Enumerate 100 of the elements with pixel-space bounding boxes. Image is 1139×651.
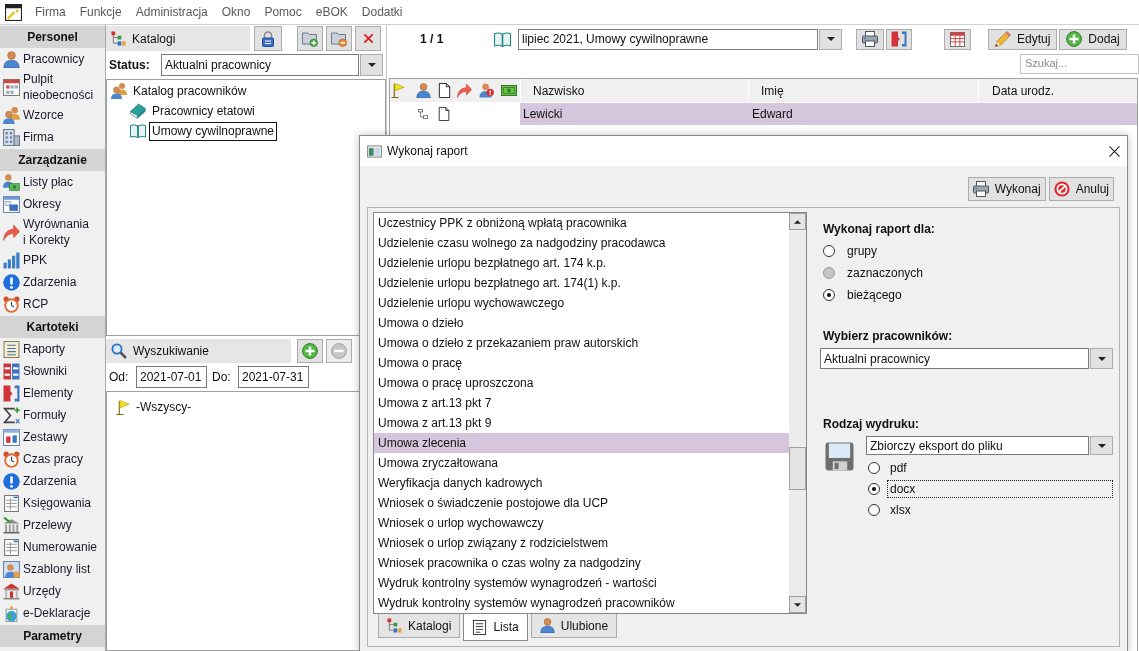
window-blocks-icon: [3, 428, 20, 446]
sidebar-item[interactable]: Formuły: [0, 404, 105, 426]
report-list-item[interactable]: Umowa zlecenia: [374, 433, 789, 453]
search-icon: [111, 343, 127, 359]
dialog-button[interactable]: Wykonaj: [967, 177, 1046, 201]
add-button[interactable]: [297, 339, 323, 363]
search-field[interactable]: Szukaj...: [1020, 53, 1139, 74]
sidebar-item[interactable]: Listy płac: [0, 171, 105, 193]
sidebar-item[interactable]: RCP: [0, 293, 105, 315]
panel-title: Wyszukiwanie: [133, 343, 209, 360]
dropdown-button[interactable]: [1090, 348, 1113, 369]
dropdown-button[interactable]: [360, 54, 383, 76]
radio-label[interactable]: docx: [887, 479, 1113, 498]
column-header[interactable]: Nazwisko: [520, 79, 748, 102]
sidebar-item[interactable]: Okresy: [0, 193, 105, 215]
dialog-button[interactable]: Anuluj: [1048, 177, 1114, 201]
employees-select[interactable]: Aktualni pracownicy: [820, 348, 1089, 369]
dialog-title: Wykonaj raport: [387, 143, 469, 160]
radio-label[interactable]: pdf: [887, 458, 1113, 477]
close-icon: [362, 33, 374, 44]
dropdown-button[interactable]: [1090, 436, 1113, 455]
tree-item[interactable]: Umowy cywilnoprawne: [149, 121, 278, 141]
app-icon[interactable]: [5, 3, 22, 21]
date-from-field[interactable]: 2021-07-01: [136, 366, 207, 388]
menu-item[interactable]: Okno: [214, 3, 258, 21]
sidebar-item[interactable]: Numerowanie: [0, 536, 105, 558]
sidebar-item[interactable]: Szablony list: [0, 558, 105, 580]
radio-button[interactable]: [868, 461, 880, 474]
sidebar-item[interactable]: Słowniki: [0, 360, 105, 382]
delete-button[interactable]: [355, 26, 381, 51]
radio-button[interactable]: [823, 245, 835, 257]
sidebar-item[interactable]: PPK: [0, 249, 105, 271]
menu-item[interactable]: Administracja: [128, 3, 215, 21]
sidebar-section-header[interactable]: Parametry: [0, 625, 105, 647]
tab[interactable]: Lista: [463, 614, 528, 641]
scroll-up-button[interactable]: [789, 213, 806, 230]
date-to-field[interactable]: 2021-07-31: [238, 366, 309, 388]
menu-item[interactable]: Firma: [28, 3, 73, 21]
sidebar-item[interactable]: Przelewy: [0, 514, 105, 536]
radio-label[interactable]: grupy: [847, 242, 878, 260]
people-icon: [111, 83, 127, 99]
sidebar-section-header[interactable]: Personel: [0, 26, 105, 48]
sidebar-item[interactable]: Wyrównania i Korekty: [0, 215, 105, 249]
sidebar-item[interactable]: Księgowania: [0, 492, 105, 514]
menu-item[interactable]: Dodatki: [354, 3, 410, 21]
remove-folder-button[interactable]: [326, 26, 352, 51]
sidebar-item[interactable]: Pracownicy: [0, 48, 105, 70]
sidebar-item[interactable]: Czas pracy: [0, 448, 105, 470]
add-folder-button[interactable]: [297, 26, 323, 51]
dropdown-button[interactable]: [819, 28, 842, 50]
menu-item[interactable]: eBOK: [308, 3, 355, 21]
columns-button[interactable]: [944, 28, 971, 50]
scrollbar-track[interactable]: [789, 213, 806, 613]
radio-button[interactable]: [868, 482, 880, 495]
sidebar-item[interactable]: Urzędy: [0, 580, 105, 602]
list-icon: [472, 619, 488, 635]
toolbar-button[interactable]: Dodaj: [1059, 28, 1127, 50]
radio-button[interactable]: [868, 503, 880, 516]
sidebar-item[interactable]: Wzorce: [0, 104, 105, 126]
close-icon[interactable]: [1109, 145, 1120, 157]
status-select[interactable]: Aktualni pracownicy: [161, 54, 359, 76]
from-label: Od:: [108, 369, 130, 386]
scrollbar-thumb[interactable]: [789, 447, 806, 490]
sidebar-item[interactable]: e-Deklaracje: [0, 602, 105, 624]
alarm-clock-icon: [3, 450, 20, 468]
document-icon: [437, 107, 451, 121]
column-header[interactable]: Imię: [748, 79, 978, 102]
export-button[interactable]: [886, 28, 912, 50]
scroll-down-button[interactable]: [789, 596, 806, 613]
tree-item[interactable]: Katalog pracowników: [130, 81, 250, 101]
column-header[interactable]: Data urodz.: [978, 79, 1137, 102]
tree-item[interactable]: -Wszyscy-: [136, 398, 192, 416]
print-icon: [862, 31, 878, 47]
sidebar-item[interactable]: Pulpit nieobecności: [0, 70, 105, 104]
tree-icon: [111, 31, 126, 46]
tab[interactable]: Katalogi: [378, 614, 461, 638]
tab[interactable]: Ulubione: [530, 614, 618, 638]
menu-item[interactable]: Funkcje: [72, 3, 129, 21]
sidebar-item[interactable]: Raporty: [0, 338, 105, 360]
lock-button[interactable]: [254, 26, 282, 51]
person-icon: [416, 83, 431, 98]
radio-label[interactable]: bieżącego: [847, 286, 902, 304]
print-button[interactable]: [856, 28, 884, 50]
sidebar-item[interactable]: Zdarzenia: [0, 470, 105, 492]
toolbar-button[interactable]: Edytuj: [988, 28, 1058, 50]
sidebar-section-header[interactable]: Zarządzanie: [0, 149, 105, 171]
radio-label[interactable]: xlsx: [887, 500, 1113, 519]
sidebar-item[interactable]: Firma: [0, 126, 105, 148]
sidebar-item[interactable]: Zdarzenia: [0, 271, 105, 293]
period-select[interactable]: lipiec 2021, Umowy cywilnoprawne: [518, 28, 818, 50]
radio-button[interactable]: [823, 289, 835, 301]
table-row[interactable]: Lewicki Edward: [520, 103, 1137, 125]
output-type-select[interactable]: Zbiorczy eksport do pliku: [866, 436, 1089, 455]
sidebar-item[interactable]: Zestawy: [0, 426, 105, 448]
curved-arrow-icon: [3, 223, 20, 241]
tree-item[interactable]: Pracownicy etatowi: [149, 101, 258, 121]
menu-item[interactable]: Pomoc: [257, 3, 309, 21]
caret-down-icon: [826, 37, 835, 41]
sidebar-section-header[interactable]: Kartoteki: [0, 316, 105, 338]
sidebar-item[interactable]: Elementy: [0, 382, 105, 404]
